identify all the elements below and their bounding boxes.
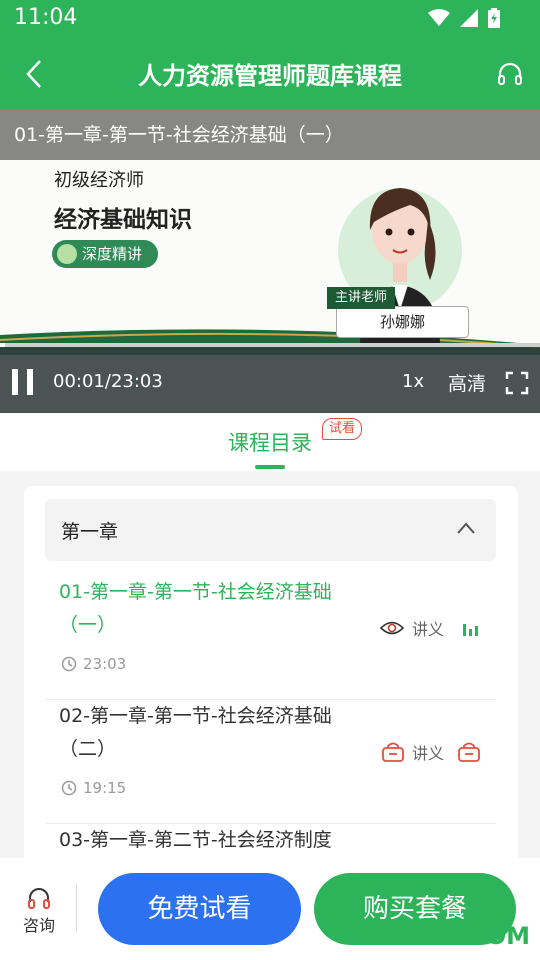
tab-indicator <box>255 465 285 469</box>
quality-button[interactable]: 高清 <box>448 369 486 396</box>
poster-pill: 深度精讲 <box>52 240 159 268</box>
tab-catalog[interactable]: 课程目录 <box>0 427 540 457</box>
duration-text: 19:15 <box>83 779 127 797</box>
pause-bar <box>12 369 18 395</box>
bottom-bar: 咨询 免费试看 购买套餐 ITMOP.COM <box>0 858 540 960</box>
duration-text: 23:03 <box>83 655 127 673</box>
wifi-icon <box>428 9 450 26</box>
lesson-duration: 23:03 <box>61 655 126 673</box>
video-player[interactable]: 初级经济师 经济基础知识 深度精讲 孙娜娜 01-第一章-第一节-社会经济基础（… <box>0 110 540 413</box>
status-bar: 11:04 <box>0 0 540 38</box>
system-icons <box>428 8 500 28</box>
pill-label: 深度精讲 <box>82 245 143 263</box>
lock-icon <box>382 742 404 762</box>
chapter-name: 第一章 <box>61 521 119 543</box>
lock-icon <box>458 742 480 762</box>
handout-link[interactable]: 讲义 <box>412 616 444 640</box>
headphones-icon[interactable] <box>496 60 524 88</box>
tab-bar: 课程目录 试看 <box>0 413 540 471</box>
pause-button[interactable] <box>12 369 36 395</box>
chevron-up-icon <box>457 522 475 534</box>
lesson-title: 03-第一章-第二节-社会经济制度 <box>59 829 332 851</box>
lesson-actions: 讲义 <box>382 740 480 764</box>
lesson-item[interactable]: 01-第一章-第一节-社会经济基础（一） 23:03 讲义 <box>45 576 496 700</box>
watermark: ITMOP.COM <box>376 922 530 950</box>
lesson-title: 01-第一章-第一节-社会经济基础（一） <box>59 581 332 636</box>
lesson-duration: 19:15 <box>61 779 126 797</box>
trial-badge: 试看 <box>322 418 363 440</box>
chapter-header[interactable]: 第一章 <box>45 499 496 561</box>
app-header: 人力资源管理师题库课程 <box>0 38 540 110</box>
teacher-label: 主讲老师 <box>327 287 396 309</box>
playing-bars-icon <box>463 624 478 636</box>
handout-link[interactable]: 讲义 <box>412 740 444 764</box>
headset-icon <box>28 888 50 909</box>
pause-bar <box>27 369 33 395</box>
signal-icon <box>460 9 478 27</box>
page-title: 人力资源管理师题库课程 <box>138 62 402 90</box>
lesson-item[interactable]: 02-第一章-第一节-社会经济基础（二） 19:15 讲义 <box>45 700 496 824</box>
clock-icon <box>61 780 77 796</box>
fullscreen-icon[interactable] <box>505 371 529 395</box>
lesson-title: 02-第一章-第一节-社会经济基础（二） <box>59 705 332 760</box>
poster-subtitle: 初级经济师 <box>54 170 144 191</box>
video-title: 01-第一章-第一节-社会经济基础（一） <box>0 110 540 160</box>
playback-time: 00:01/23:03 <box>53 371 163 392</box>
consult-label: 咨询 <box>22 916 55 935</box>
lesson-actions: 讲义 <box>379 616 480 640</box>
status-time: 11:04 <box>14 5 78 30</box>
speed-button[interactable]: 1x <box>402 371 424 392</box>
video-controls: 00:01/23:03 1x 高清 <box>0 347 540 413</box>
battery-icon <box>488 8 500 28</box>
teacher-name: 孙娜娜 <box>336 306 469 338</box>
clock-icon <box>61 656 77 672</box>
course-catalog: 第一章 01-第一章-第一节-社会经济基础（一） 23:03 讲义 02-第一章… <box>24 486 518 886</box>
eye-icon[interactable] <box>379 620 404 636</box>
consult-button[interactable]: 咨询 <box>20 886 58 936</box>
poster-title: 经济基础知识 <box>54 207 192 233</box>
free-trial-button[interactable]: 免费试看 <box>98 873 301 945</box>
divider <box>76 884 77 932</box>
pill-icon <box>57 244 77 264</box>
